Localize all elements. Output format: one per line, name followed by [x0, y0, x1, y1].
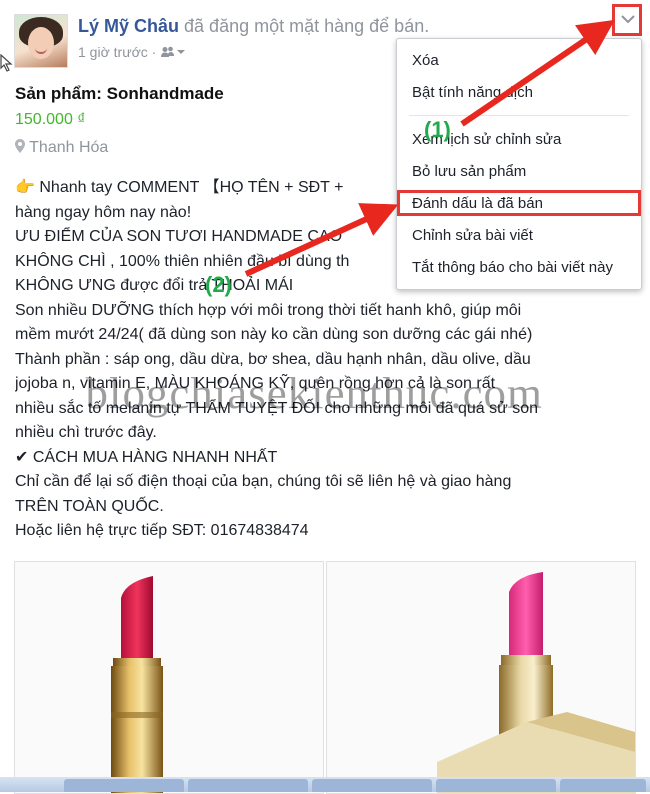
product-image-red-lipstick[interactable]: [14, 561, 324, 794]
arrow-to-options: [460, 19, 615, 127]
step-1-label: (1): [424, 117, 451, 142]
taskbar-item[interactable]: [312, 779, 432, 792]
arrow-to-mark-sold: [244, 203, 399, 277]
taskbar: [0, 777, 650, 792]
taskbar-item[interactable]: [560, 779, 646, 792]
taskbar-item[interactable]: [436, 779, 556, 792]
taskbar-item[interactable]: [188, 779, 308, 792]
taskbar-item[interactable]: [64, 779, 184, 792]
product-image-pink-lipstick[interactable]: [326, 561, 636, 794]
step-2-label: (2): [205, 272, 232, 297]
